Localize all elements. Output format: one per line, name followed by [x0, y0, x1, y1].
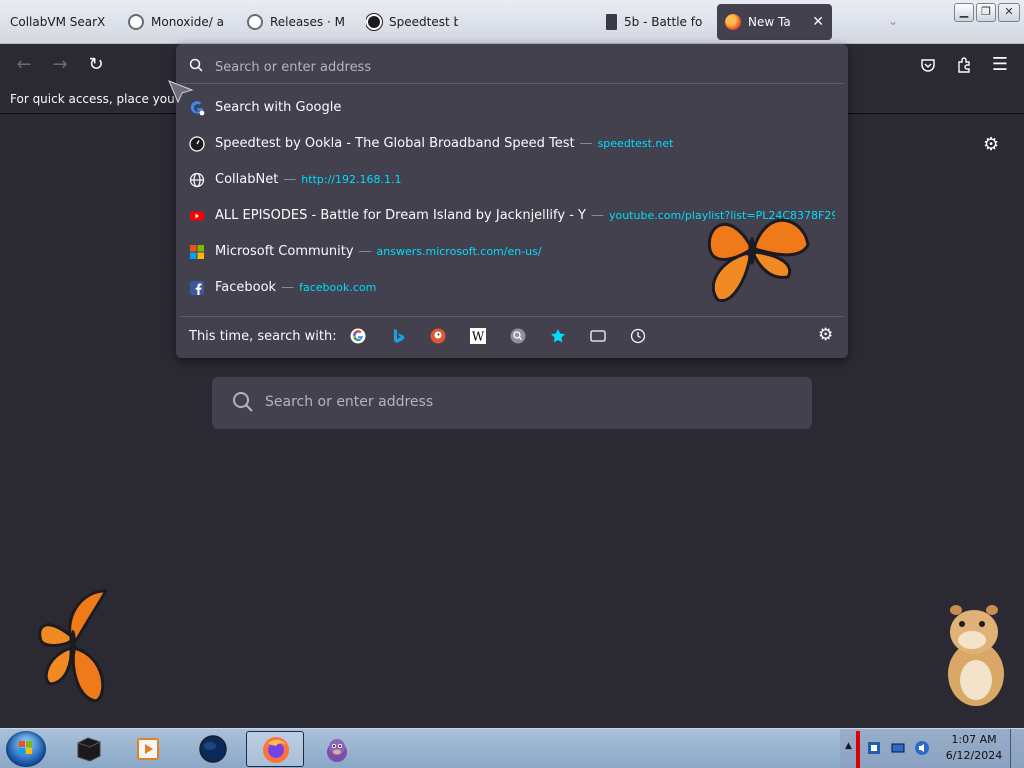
suggestion-url: speedtest.net [597, 137, 674, 150]
google-icon[interactable] [350, 328, 366, 344]
network-icon[interactable] [890, 740, 906, 756]
firefox-icon [725, 14, 741, 30]
file-icon [606, 14, 617, 30]
new-tab-search-box[interactable]: Search or enter address [212, 377, 812, 429]
back-arrow-icon[interactable]: ← [12, 53, 36, 77]
butterfly-sprite [707, 218, 810, 303]
close-tab-icon[interactable]: ✕ [812, 14, 824, 30]
tab-title: 5b - Battle for [624, 15, 702, 29]
url-placeholder: Search or enter address [215, 60, 372, 75]
suggestion-url: http://192.168.1.1 [301, 173, 402, 186]
system-clock[interactable]: 1:07 AM 6/12/2024 [944, 732, 1004, 764]
butterfly-sprite [38, 588, 108, 703]
tab-releases[interactable]: Releases · Mist [247, 4, 345, 40]
url-input[interactable]: Search or enter address [180, 48, 844, 84]
suggestion-row[interactable]: Speedtest by Ookla - The Global Broadban… [180, 126, 844, 162]
history-icon[interactable] [630, 328, 646, 344]
clock-date: 6/12/2024 [945, 749, 1003, 762]
tab-speedtest[interactable]: Speedtest by [366, 4, 458, 40]
search-icon [189, 58, 203, 72]
tab-title: Monoxide/ at [151, 15, 224, 29]
duckduckgo-icon[interactable] [430, 328, 446, 344]
search-icon [233, 392, 253, 412]
mouse-cursor-icon [168, 80, 194, 104]
tray-app-icon[interactable] [866, 740, 882, 756]
bonzi-icon [327, 739, 347, 762]
terminal-icon [77, 737, 101, 762]
firefox-icon [263, 737, 289, 763]
wikipedia-icon[interactable]: W [470, 328, 486, 344]
bing-icon[interactable] [390, 328, 406, 344]
suggestion-url: facebook.com [299, 281, 377, 294]
globe-app-icon [199, 735, 227, 763]
suggestion-title: Facebook [215, 280, 277, 295]
tab-battle-for[interactable]: 5b - Battle for [606, 4, 702, 40]
pocket-icon[interactable] [916, 53, 940, 77]
show-desktop-button[interactable] [1010, 729, 1024, 768]
gear-icon[interactable]: ⚙ [983, 134, 999, 155]
taskbar-terminal[interactable] [60, 731, 118, 767]
url-bar-dropdown: Search or enter address Search with Goog… [176, 44, 848, 358]
github-icon [128, 14, 144, 30]
hamster-sprite [948, 605, 1004, 706]
list-all-tabs-icon[interactable]: ⌄ [888, 14, 898, 28]
bookmarks-icon[interactable] [550, 328, 566, 344]
reload-icon[interactable]: ↻ [84, 53, 108, 77]
taskbar-media-player[interactable] [120, 731, 178, 767]
facebook-icon [190, 281, 204, 295]
taskbar-globe-app[interactable] [184, 731, 242, 767]
globe-icon [189, 172, 205, 188]
tab-title: New Tab [748, 15, 791, 29]
search-with-label: This time, search with: [189, 329, 337, 344]
one-off-search-bar: This time, search with: W ⚙ [180, 316, 844, 354]
window-controls: ▁ ❐ ✕ [954, 3, 1020, 22]
clock-time: 1:07 AM [951, 733, 997, 746]
taskbar-bonzi[interactable] [308, 731, 366, 767]
show-hidden-icons-icon[interactable]: ▲ [845, 741, 852, 751]
suggestion-title: ALL EPISODES - Battle for Dream Island b… [215, 208, 586, 223]
close-window-button[interactable]: ✕ [998, 3, 1020, 22]
taskbar-firefox[interactable] [246, 731, 304, 767]
speedtest-icon [366, 14, 382, 30]
tab-title: CollabVM SearXN [10, 15, 106, 29]
tab-title: Releases · Mist [270, 15, 345, 29]
menu-icon[interactable]: ☰ [988, 53, 1012, 77]
tab-strip: CollabVM SearXN Monoxide/ at Releases · … [0, 0, 1024, 44]
minimize-button[interactable]: ▁ [954, 3, 974, 22]
search-engine-icon[interactable] [510, 328, 526, 344]
github-icon [247, 14, 263, 30]
suggestion-title: Search with Google [215, 100, 342, 115]
tab-collabvm-searxng[interactable]: CollabVM SearXN [10, 4, 106, 40]
red-bar-indicator [856, 731, 860, 768]
extensions-icon[interactable] [952, 53, 976, 77]
bookmarks-hint: For quick access, place your bookmarks h… [10, 92, 180, 106]
tab-monoxide[interactable]: Monoxide/ at [128, 4, 224, 40]
start-button[interactable] [6, 731, 46, 767]
search-settings-gear-icon[interactable]: ⚙ [818, 325, 833, 345]
restore-button[interactable]: ❐ [976, 3, 996, 22]
volume-icon[interactable] [914, 740, 930, 756]
youtube-icon [190, 211, 204, 221]
suggestion-title: CollabNet [215, 172, 279, 187]
tab-new-tab[interactable]: New Tab ✕ [717, 4, 832, 40]
suggestion-title: Speedtest by Ookla - The Global Broadban… [215, 136, 575, 151]
suggestion-row[interactable]: CollabNet — http://192.168.1.1 [180, 162, 844, 198]
suggestion-row[interactable]: Search with Google [180, 90, 844, 126]
speedtest-icon [189, 136, 205, 152]
suggestion-url: answers.microsoft.com/en-us/ [376, 245, 542, 258]
tabs-icon[interactable] [590, 328, 606, 344]
svg-text:W: W [472, 330, 485, 344]
suggestion-title: Microsoft Community [215, 244, 354, 259]
microsoft-icon [190, 245, 204, 259]
forward-arrow-icon[interactable]: → [48, 53, 72, 77]
media-player-icon [137, 738, 159, 760]
tab-title: Speedtest by [389, 15, 458, 29]
search-placeholder: Search or enter address [265, 394, 434, 410]
